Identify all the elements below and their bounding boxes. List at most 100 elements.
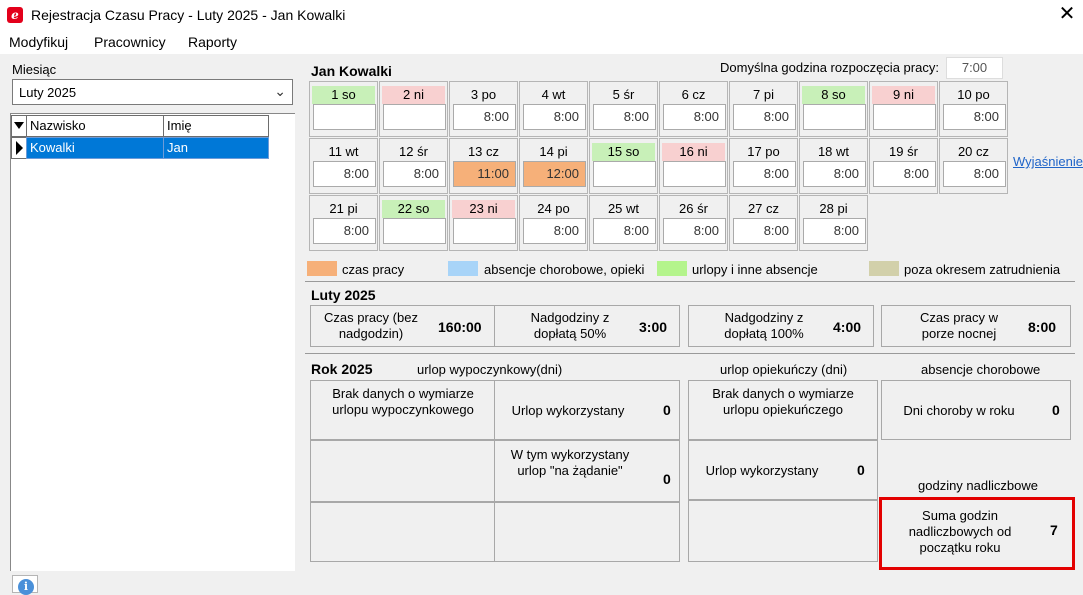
care-used-box: Urlop wykorzystany 0 [688, 440, 878, 500]
calendar-day[interactable]: 3 po 8:00 [449, 81, 518, 137]
legend-swatch-outside [869, 261, 899, 276]
calendar-day-label: 4 wt [541, 87, 566, 102]
calendar-day[interactable]: 20 cz 8:00 [939, 138, 1008, 194]
calendar-day-hours[interactable] [383, 218, 446, 244]
calendar-day-hours[interactable]: 8:00 [383, 161, 446, 187]
calendar-day[interactable]: 24 po 8:00 [519, 195, 588, 251]
calendar-day[interactable]: 4 wt 8:00 [519, 81, 588, 137]
divider [305, 281, 1075, 282]
work-time-label: Czas pracy (bez nadgodzin) [324, 310, 418, 341]
column-header-imie[interactable]: Imię [163, 115, 269, 137]
overtime100-box: Nadgodziny z dopłatą 100% 4:00 [688, 305, 874, 347]
calendar-day[interactable]: 13 cz 11:00 [449, 138, 518, 194]
care-nodata-box: Brak danych o wymiarze urlopu opiekuńcze… [688, 380, 878, 440]
calendar-day[interactable]: 12 śr 8:00 [379, 138, 448, 194]
menu-modyfikuj[interactable]: Modyfikuj [9, 34, 68, 50]
calendar-day-hours[interactable]: 8:00 [313, 161, 376, 187]
calendar-day-hours[interactable]: 8:00 [453, 104, 516, 130]
calendar-day[interactable]: 25 wt 8:00 [589, 195, 658, 251]
shortcuts-link[interactable]: Wyjaśnienie skrótów [1013, 153, 1083, 170]
calendar-day-label: 6 cz [681, 87, 706, 102]
calendar-day[interactable]: 2 ni [379, 81, 448, 137]
calendar-day[interactable]: 8 so [799, 81, 868, 137]
calendar-day[interactable]: 28 pi 8:00 [799, 195, 868, 251]
calendar-day-hours[interactable] [803, 104, 866, 130]
care-used-value: 0 [857, 462, 865, 478]
calendar-day[interactable]: 18 wt 8:00 [799, 138, 868, 194]
cell-name[interactable]: Jan [163, 137, 269, 159]
calendar-day[interactable]: 9 ni [869, 81, 938, 137]
row-selector[interactable] [11, 137, 27, 159]
calendar-day[interactable]: 15 so [589, 138, 658, 194]
calendar-day[interactable]: 7 pi 8:00 [729, 81, 798, 137]
month-select[interactable]: Luty 2025 ⌄ [12, 79, 293, 105]
calendar-day[interactable]: 26 śr 8:00 [659, 195, 728, 251]
legend-label-leave: urlopy i inne absencje [692, 262, 818, 277]
calendar-day-label: 3 po [470, 87, 497, 102]
column-header-nazwisko[interactable]: Nazwisko [26, 115, 164, 137]
legend-label-work: czas pracy [342, 262, 405, 277]
calendar-day-label: 7 pi [753, 87, 774, 102]
vacation-demand-value: 0 [663, 471, 671, 487]
calendar-day-hours[interactable]: 8:00 [593, 218, 656, 244]
title-bar: e Rejestracja Czasu Pracy - Luty 2025 - … [0, 0, 1083, 30]
calendar-day[interactable]: 21 pi 8:00 [309, 195, 378, 251]
calendar-day[interactable]: 6 cz 8:00 [659, 81, 728, 137]
calendar-day-hours[interactable] [593, 161, 656, 187]
cell-surname[interactable]: Kowalki [26, 137, 164, 159]
work-time-value: 160:00 [438, 319, 482, 335]
calendar-day[interactable]: 23 ni [449, 195, 518, 251]
calendar-day-hours[interactable]: 8:00 [803, 218, 866, 244]
calendar-day-hours[interactable] [873, 104, 936, 130]
calendar-day-hours[interactable]: 8:00 [733, 218, 796, 244]
calendar-day-hours[interactable] [313, 104, 376, 130]
calendar-day[interactable]: 27 cz 8:00 [729, 195, 798, 251]
calendar-day-hours[interactable]: 8:00 [943, 161, 1006, 187]
calendar-day-hours[interactable]: 8:00 [523, 218, 586, 244]
calendar-day[interactable]: 14 pi 12:00 [519, 138, 588, 194]
calendar-day-hours[interactable] [383, 104, 446, 130]
calendar-day-label: 24 po [537, 201, 570, 216]
start-hour-input[interactable]: 7:00 [946, 57, 1003, 79]
menu-bar: Modyfikuj Pracownicy Raporty [0, 30, 1083, 54]
table-row[interactable]: Kowalki Jan [11, 137, 269, 159]
info-button[interactable]: i [12, 575, 38, 595]
calendar-day-hours[interactable]: 8:00 [663, 104, 726, 130]
divider [305, 353, 1075, 354]
calendar-day-hours[interactable]: 8:00 [943, 104, 1006, 130]
overtime50-value: 3:00 [639, 319, 668, 335]
calendar-day[interactable]: 19 śr 8:00 [869, 138, 938, 194]
calendar-day-hours[interactable]: 11:00 [453, 161, 516, 187]
calendar-day[interactable]: 1 so [309, 81, 378, 137]
calendar-day[interactable]: 16 ni [659, 138, 728, 194]
calendar-day[interactable]: 10 po 8:00 [939, 81, 1008, 137]
calendar-day[interactable]: 5 śr 8:00 [589, 81, 658, 137]
care-header: urlop opiekuńczy (dni) [720, 362, 848, 377]
calendar-day-hours[interactable]: 8:00 [733, 161, 796, 187]
calendar-day-hours[interactable]: 8:00 [593, 104, 656, 130]
overtime100-label: Nadgodziny z dopłatą 100% [724, 310, 804, 341]
close-icon[interactable]: ✕ [1055, 2, 1079, 26]
calendar-day-hours[interactable]: 8:00 [803, 161, 866, 187]
month-summary-title: Luty 2025 [311, 287, 376, 303]
calendar-day-label: 9 ni [872, 86, 935, 104]
calendar-day-hours[interactable]: 8:00 [313, 218, 376, 244]
menu-pracownicy[interactable]: Pracownicy [94, 34, 166, 50]
calendar-day-hours[interactable] [663, 161, 726, 187]
calendar-day[interactable]: 17 po 8:00 [729, 138, 798, 194]
chevron-down-icon: ⌄ [274, 83, 286, 99]
calendar-day-label: 10 po [957, 87, 990, 102]
sick-days-label: Dni choroby w roku [903, 403, 1015, 418]
calendar-day-hours[interactable]: 8:00 [523, 104, 586, 130]
calendar-day-hours[interactable]: 8:00 [733, 104, 796, 130]
calendar-day[interactable]: 11 wt 8:00 [309, 138, 378, 194]
year-title: Rok 2025 [311, 361, 373, 377]
overtime50-label: Nadgodziny z dopłatą 50% [530, 310, 610, 341]
calendar-day[interactable]: 22 so [379, 195, 448, 251]
calendar-day-hours[interactable]: 12:00 [523, 161, 586, 187]
calendar-day-hours[interactable]: 8:00 [873, 161, 936, 187]
calendar-day-hours[interactable]: 8:00 [663, 218, 726, 244]
calendar-day-label: 1 so [312, 86, 375, 104]
calendar-day-hours[interactable] [453, 218, 516, 244]
menu-raporty[interactable]: Raporty [188, 34, 237, 50]
